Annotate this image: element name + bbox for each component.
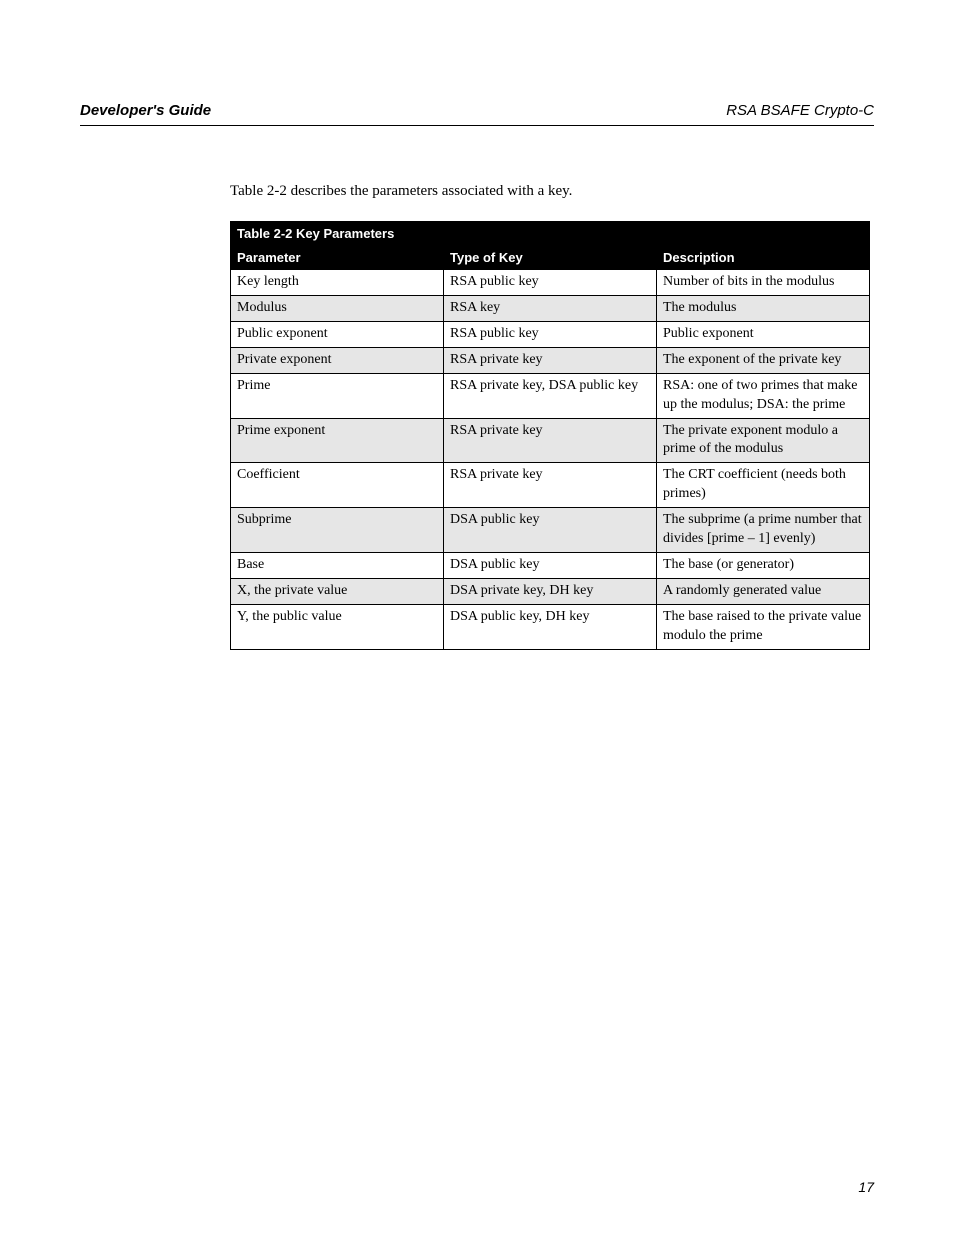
cell-parameter: Prime exponent: [231, 418, 444, 463]
cell-description: Public exponent: [657, 322, 870, 348]
cell-parameter: Private exponent: [231, 347, 444, 373]
table-row: Public exponent RSA public key Public ex…: [231, 322, 870, 348]
col-header-description: Description: [657, 246, 870, 270]
cell-description: The private exponent modulo a prime of t…: [657, 418, 870, 463]
table-caption-label: Table 2-2: [237, 226, 292, 241]
table-row: X, the private value DSA private key, DH…: [231, 578, 870, 604]
cell-type: RSA private key: [444, 463, 657, 508]
cell-type: DSA public key, DH key: [444, 604, 657, 649]
cell-parameter: Base: [231, 552, 444, 578]
cell-description: The base (or generator): [657, 552, 870, 578]
cell-description: Number of bits in the modulus: [657, 270, 870, 296]
table-row: Prime exponent RSA private key The priva…: [231, 418, 870, 463]
cell-type: RSA public key: [444, 270, 657, 296]
cell-description: A randomly generated value: [657, 578, 870, 604]
cell-parameter: X, the private value: [231, 578, 444, 604]
cell-type: RSA private key: [444, 347, 657, 373]
cell-type: DSA public key: [444, 552, 657, 578]
cell-type: RSA private key, DSA public key: [444, 373, 657, 418]
page-number: 17: [858, 1179, 874, 1195]
table-row: Private exponent RSA private key The exp…: [231, 347, 870, 373]
cell-description: RSA: one of two primes that make up the …: [657, 373, 870, 418]
cell-type: RSA key: [444, 296, 657, 322]
cell-description: The subprime (a prime number that divide…: [657, 508, 870, 553]
cell-parameter: Key length: [231, 270, 444, 296]
table-row: Base DSA public key The base (or generat…: [231, 552, 870, 578]
cell-description: The base raised to the private value mod…: [657, 604, 870, 649]
cell-type: DSA private key, DH key: [444, 578, 657, 604]
table-row: Prime RSA private key, DSA public key RS…: [231, 373, 870, 418]
table-caption-row: Table 2-2 Key Parameters: [231, 222, 870, 246]
cell-parameter: Prime: [231, 373, 444, 418]
cell-parameter: Modulus: [231, 296, 444, 322]
header-right: RSA BSAFE Crypto-C: [726, 102, 874, 119]
cell-type: DSA public key: [444, 508, 657, 553]
table-caption-title: Key Parameters: [296, 226, 394, 241]
cell-parameter: Y, the public value: [231, 604, 444, 649]
table-row: Coefficient RSA private key The CRT coef…: [231, 463, 870, 508]
page: Developer's Guide RSA BSAFE Crypto-C Tab…: [0, 0, 954, 1235]
col-header-type: Type of Key: [444, 246, 657, 270]
intro-paragraph: Table 2-2 describes the parameters assoc…: [230, 181, 874, 201]
cell-description: The CRT coefficient (needs both primes): [657, 463, 870, 508]
table-body: Key length RSA public key Number of bits…: [231, 270, 870, 649]
table-header-row: Parameter Type of Key Description: [231, 246, 870, 270]
header-left: Developer's Guide: [80, 102, 211, 119]
parameters-table: Table 2-2 Key Parameters Parameter Type …: [230, 221, 870, 649]
page-header: Developer's Guide RSA BSAFE Crypto-C: [80, 70, 874, 126]
table-row: Y, the public value DSA public key, DH k…: [231, 604, 870, 649]
cell-description: The modulus: [657, 296, 870, 322]
table-row: Key length RSA public key Number of bits…: [231, 270, 870, 296]
cell-type: RSA public key: [444, 322, 657, 348]
cell-parameter: Coefficient: [231, 463, 444, 508]
col-header-parameter: Parameter: [231, 246, 444, 270]
table-caption: Table 2-2 Key Parameters: [231, 222, 870, 246]
cell-parameter: Public exponent: [231, 322, 444, 348]
table-row: Subprime DSA public key The subprime (a …: [231, 508, 870, 553]
cell-description: The exponent of the private key: [657, 347, 870, 373]
cell-type: RSA private key: [444, 418, 657, 463]
table-row: Modulus RSA key The modulus: [231, 296, 870, 322]
parameters-table-wrap: Table 2-2 Key Parameters Parameter Type …: [230, 221, 874, 649]
cell-parameter: Subprime: [231, 508, 444, 553]
